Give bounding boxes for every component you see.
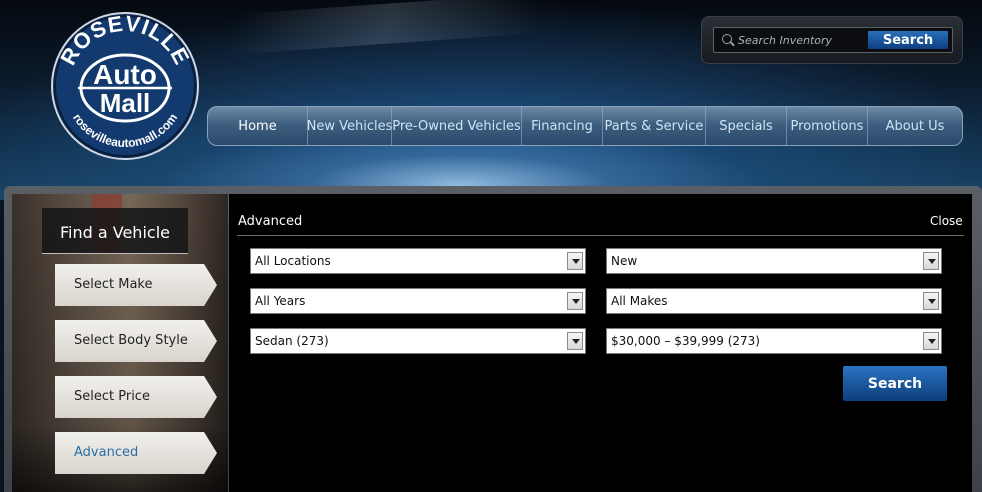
advanced-search-button[interactable]: Search <box>843 366 947 401</box>
search-button[interactable]: Search <box>868 31 948 49</box>
advanced-panel-title: Advanced <box>238 214 303 229</box>
nav-item-new-vehicles[interactable]: New Vehicles <box>307 106 392 146</box>
chevron-down-icon[interactable] <box>923 332 939 350</box>
search-input[interactable] <box>738 31 866 49</box>
logo-auto-text: Auto <box>93 59 157 90</box>
advanced-button[interactable]: Advanced <box>55 432 217 474</box>
condition-select-value: New <box>611 254 638 268</box>
body-style-select-value: Sedan (273) <box>255 334 329 348</box>
chevron-down-icon[interactable] <box>923 292 939 310</box>
nav-item-specials[interactable]: Specials <box>706 106 787 146</box>
nav-item-financing[interactable]: Financing <box>522 106 603 146</box>
price-select[interactable]: $30,000 – $39,999 (273) <box>606 328 942 354</box>
nav-item-parts-service[interactable]: Parts & Service <box>603 106 706 146</box>
select-make-button[interactable]: Select Make <box>55 264 217 306</box>
nav-item-pre-owned-vehicles[interactable]: Pre-Owned Vehicles <box>392 106 522 146</box>
chevron-down-icon[interactable] <box>923 252 939 270</box>
logo-mall-text: Mall <box>100 88 151 118</box>
chevron-down-icon[interactable] <box>567 292 583 310</box>
select-price-button[interactable]: Select Price <box>55 376 217 418</box>
select-body-style-button[interactable]: Select Body Style <box>55 320 217 362</box>
search-box: Search <box>701 16 963 64</box>
chevron-down-icon[interactable] <box>567 332 583 350</box>
price-select-value: $30,000 – $39,999 (273) <box>611 334 760 348</box>
body-style-select[interactable]: Sedan (273) <box>250 328 586 354</box>
year-select-value: All Years <box>255 294 306 308</box>
make-select[interactable]: All Makes <box>606 288 942 314</box>
make-select-value: All Makes <box>611 294 668 308</box>
year-select[interactable]: All Years <box>250 288 586 314</box>
main-nav: Home New Vehicles Pre-Owned Vehicles Fin… <box>207 106 963 146</box>
chevron-down-icon[interactable] <box>567 252 583 270</box>
condition-select[interactable]: New <box>606 248 942 274</box>
roseville-auto-mall-logo[interactable]: ROSEVILLE rosevilleautomall.com Auto Mal… <box>48 12 202 160</box>
location-select-value: All Locations <box>255 254 331 268</box>
location-select[interactable]: All Locations <box>250 248 586 274</box>
search-field-wrapper: Search <box>713 27 953 53</box>
nav-item-about-us[interactable]: About Us <box>868 106 962 146</box>
nav-item-promotions[interactable]: Promotions <box>787 106 868 146</box>
nav-item-home[interactable]: Home <box>208 106 308 146</box>
close-button[interactable]: Close <box>930 214 963 228</box>
search-icon <box>722 34 732 44</box>
find-vehicle-title: Find a Vehicle <box>42 208 188 254</box>
divider <box>237 235 964 236</box>
